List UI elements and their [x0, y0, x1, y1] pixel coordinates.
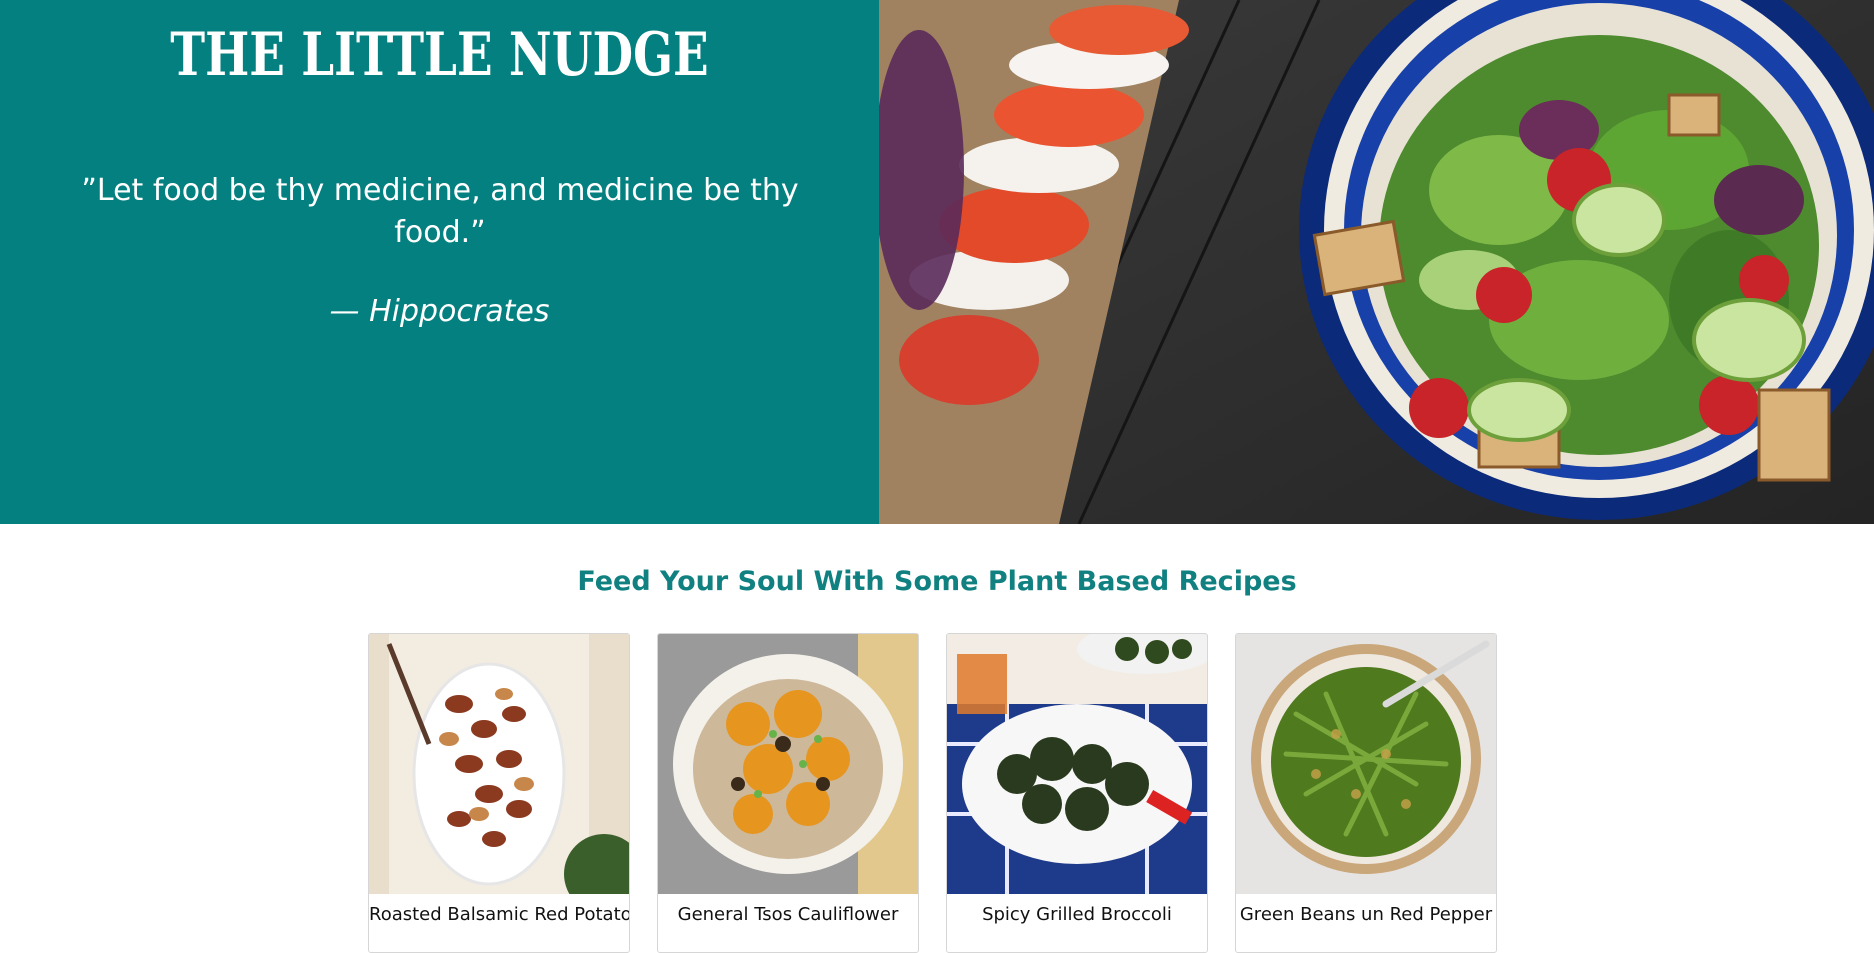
hero-quote: ”Let food be thy medicine, and medicine …	[81, 173, 799, 250]
recipe-image-broccoli[interactable]	[947, 634, 1207, 894]
recipe-cards: Roasted Balsamic Red Potatoes General Ts…	[368, 633, 1497, 953]
quote-author: — Hippocrates	[329, 294, 550, 329]
recipe-image-cauliflower[interactable]	[658, 634, 918, 894]
recipe-title[interactable]: Green Beans un Red Pepper	[1236, 894, 1496, 952]
recipe-title[interactable]: Roasted Balsamic Red Potatoes	[369, 894, 629, 952]
recipe-card-green-beans[interactable]: Green Beans un Red Pepper	[1235, 633, 1497, 953]
site-logo[interactable]: THE LITTLE NUDGE	[97, 20, 783, 90]
section-title: Feed Your Soul With Some Plant Based Rec…	[577, 566, 1297, 597]
recipe-image-potatoes[interactable]	[369, 634, 629, 894]
recipe-card-tsos-cauliflower[interactable]: General Tsos Cauliflower	[657, 633, 919, 953]
recipe-card-roasted-potatoes[interactable]: Roasted Balsamic Red Potatoes	[368, 633, 630, 953]
recipe-image-green-beans[interactable]	[1236, 634, 1496, 894]
recipe-title[interactable]: General Tsos Cauliflower	[658, 894, 918, 952]
hero-salad-image	[879, 0, 1874, 524]
hero-banner: THE LITTLE NUDGE ”Let food be thy medici…	[0, 0, 1874, 524]
hero-text-panel: THE LITTLE NUDGE ”Let food be thy medici…	[0, 0, 879, 524]
recipe-card-grilled-broccoli[interactable]: Spicy Grilled Broccoli	[946, 633, 1208, 953]
recipe-title[interactable]: Spicy Grilled Broccoli	[947, 894, 1207, 952]
